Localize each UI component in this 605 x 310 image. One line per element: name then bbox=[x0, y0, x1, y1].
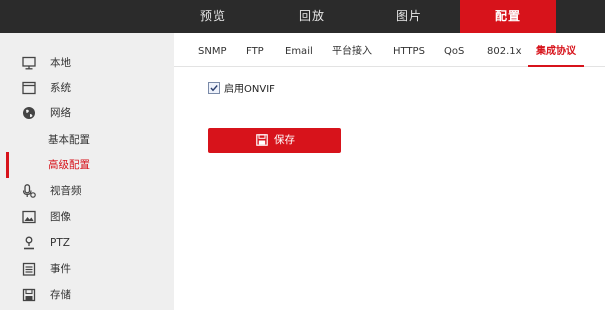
globe-icon bbox=[23, 107, 35, 119]
sidebar-item-label: 基本配置 bbox=[48, 134, 90, 146]
window-icon bbox=[22, 81, 36, 95]
calendar-icon bbox=[22, 262, 36, 276]
config-tabs: SNMP FTP Email 平台接入 HTTPS QoS 802.1x 集成协… bbox=[174, 33, 605, 67]
sidebar-item-event[interactable]: 事件 bbox=[0, 256, 174, 282]
image-icon bbox=[22, 210, 36, 224]
sidebar-item-label: 高级配置 bbox=[48, 159, 90, 171]
tab-label: 集成协议 bbox=[536, 46, 576, 57]
active-marker bbox=[6, 152, 9, 178]
nav-picture[interactable]: 图片 bbox=[386, 0, 432, 33]
tab-platform-access[interactable]: 平台接入 bbox=[332, 33, 372, 66]
save-button-label: 保存 bbox=[274, 134, 295, 146]
checkmark-icon bbox=[210, 85, 218, 92]
active-tab-underline bbox=[528, 65, 584, 67]
sidebar-item-label: 网络 bbox=[50, 107, 71, 119]
sidebar-item-label: 事件 bbox=[50, 263, 71, 275]
sidebar-item-video-audio[interactable]: 视音频 bbox=[0, 178, 174, 204]
nav-configuration[interactable]: 配置 bbox=[460, 0, 556, 33]
tab-qos[interactable]: QoS bbox=[444, 33, 464, 66]
sidebar-item-label: 存储 bbox=[50, 289, 71, 301]
tab-https[interactable]: HTTPS bbox=[393, 33, 425, 66]
tab-ftp[interactable]: FTP bbox=[246, 33, 264, 66]
enable-onvif-label: 启用ONVIF bbox=[224, 84, 275, 95]
tab-snmp[interactable]: SNMP bbox=[198, 33, 227, 66]
monitor-icon bbox=[22, 56, 36, 70]
sidebar-item-system[interactable]: 系统 bbox=[0, 75, 174, 101]
tab-8021x[interactable]: 802.1x bbox=[487, 33, 522, 66]
nav-preview[interactable]: 预览 bbox=[190, 0, 236, 33]
sidebar-item-label: PTZ bbox=[50, 237, 70, 249]
save-button[interactable]: 保存 bbox=[208, 128, 341, 153]
tab-email[interactable]: Email bbox=[285, 33, 313, 66]
disk-icon bbox=[22, 288, 36, 302]
save-icon bbox=[256, 134, 268, 146]
sidebar-item-basic-config[interactable]: 基本配置 bbox=[0, 127, 174, 153]
sidebar: 本地 系统 网络 基本配置 高级配置 视音频 图像 PTZ 事件 存储 bbox=[0, 33, 174, 310]
sidebar-item-advanced-config[interactable]: 高级配置 bbox=[0, 152, 174, 178]
sidebar-item-ptz[interactable]: PTZ bbox=[0, 230, 174, 256]
tab-integration-protocol[interactable]: 集成协议 bbox=[528, 33, 584, 67]
sidebar-item-label: 视音频 bbox=[50, 185, 82, 197]
enable-onvif-checkbox[interactable] bbox=[208, 82, 220, 94]
microphone-icon bbox=[22, 184, 36, 198]
sidebar-item-storage[interactable]: 存储 bbox=[0, 282, 174, 308]
sidebar-item-network[interactable]: 网络 bbox=[0, 100, 174, 126]
sidebar-item-label: 系统 bbox=[50, 82, 71, 94]
top-nav-bar: 预览 回放 图片 配置 bbox=[0, 0, 605, 33]
nav-playback[interactable]: 回放 bbox=[289, 0, 335, 33]
sidebar-item-local[interactable]: 本地 bbox=[0, 50, 174, 76]
person-icon bbox=[24, 236, 34, 250]
sidebar-item-label: 图像 bbox=[50, 211, 71, 223]
sidebar-item-label: 本地 bbox=[50, 57, 71, 69]
sidebar-item-image[interactable]: 图像 bbox=[0, 204, 174, 230]
